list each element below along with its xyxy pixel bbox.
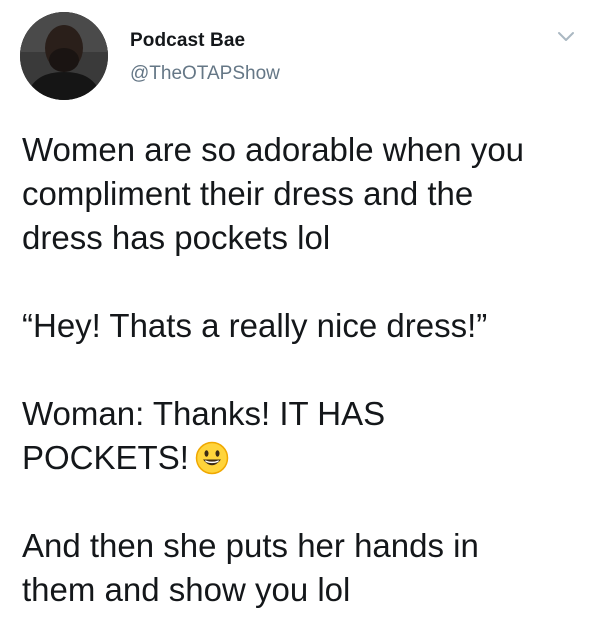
tweet-paragraph: Women are so adorable when you complimen… [22,128,587,260]
tweet-line-text: POCKETS! [22,439,189,476]
tweet-line: them and show you lol [22,571,351,608]
avatar[interactable] [20,12,108,100]
tweet-paragraph: “Hey! Thats a really nice dress!” [22,304,587,348]
tweet-paragraph: And then she puts her hands in them and … [22,524,587,612]
tweet-line: compliment their dress and the [22,175,474,212]
tweet-line: Women are so adorable when you [22,131,525,168]
chevron-down-icon[interactable] [557,30,575,44]
tweet-line: “Hey! Thats a really nice dress!” [22,307,488,344]
tweet-card: Podcast Bae @TheOTAPShow Women are so ad… [0,0,600,641]
tweet-text: Women are so adorable when you complimen… [22,128,587,612]
grinning-face-emoji-icon [195,441,229,475]
author-handle[interactable]: @TheOTAPShow [130,63,280,85]
tweet-line: And then she puts her hands in [22,527,479,564]
tweet-line: Woman: Thanks! IT HAS [22,395,386,432]
profile-photo-icon [20,12,108,100]
tweet-paragraph: Woman: Thanks! IT HAS POCKETS! [22,392,587,480]
author-display-name[interactable]: Podcast Bae [130,30,245,52]
tweet-line: dress has pockets lol [22,219,331,256]
tweet-line-with-emoji: POCKETS! [22,436,587,480]
